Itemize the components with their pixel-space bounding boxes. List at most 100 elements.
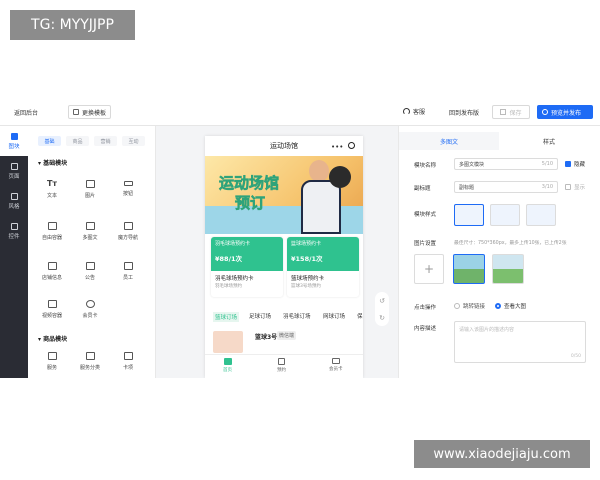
component-multi-image-text[interactable]: 多图文 xyxy=(76,216,104,246)
rail-item-controls[interactable]: 控件 xyxy=(0,216,28,246)
component-label: 服务分类 xyxy=(79,364,100,371)
component-free-container[interactable]: 自由容器 xyxy=(38,216,66,246)
subtitle-field[interactable]: 副标题 3/10 xyxy=(454,181,558,193)
radio-selected-icon xyxy=(495,303,501,309)
editor-window: 返回后台 更换模板 客服 回到发布版 保存 预览并发布 图块 页面 风格 控件 … xyxy=(0,98,600,378)
style-option-double[interactable] xyxy=(490,204,520,226)
tab-tennis[interactable]: 网球订场 xyxy=(323,312,345,320)
nav-label: 预约 xyxy=(277,368,286,373)
component-service-category[interactable]: 服务分类 xyxy=(76,346,104,376)
nav-label: 会员卡 xyxy=(329,367,343,372)
description-placeholder: 请输入该图片的描述内容 xyxy=(459,327,515,333)
tab-goods[interactable]: 商品 xyxy=(66,136,89,146)
rail-item-page[interactable]: 页面 xyxy=(0,156,28,186)
grid-icon xyxy=(123,221,133,230)
list-item-sub: 微信端 xyxy=(277,331,297,340)
component-cube-nav[interactable]: 魔方导航 xyxy=(114,216,142,246)
headset-icon xyxy=(403,108,410,115)
tab-basketball[interactable]: 篮球订场 xyxy=(213,312,240,322)
button-icon xyxy=(123,181,133,186)
banner-image[interactable]: 运动场馆 预订 xyxy=(205,156,363,234)
component-service[interactable]: 服务 xyxy=(38,346,66,376)
calendar-icon xyxy=(278,358,285,365)
style-option-grid[interactable] xyxy=(526,204,556,226)
phone-preview[interactable]: 运动场馆 ••• 运动场馆 预订 羽毛球场预约卡 ¥88/1次 羽毛球场预约卡 … xyxy=(205,136,363,378)
card-sub: 篮球3号场预约 xyxy=(291,284,321,289)
card-price: ¥158/1次 xyxy=(291,255,323,263)
preview-publish-button[interactable]: 预览并发布 xyxy=(537,105,593,119)
card-sub: 羽毛球场预约 xyxy=(215,284,242,289)
back-to-admin-link[interactable]: 返回后台 xyxy=(14,108,38,117)
rail-label: 控件 xyxy=(8,233,20,240)
module-name-field[interactable]: 多图文模块 5/10 xyxy=(454,158,558,170)
player-jersey xyxy=(301,180,341,234)
nav-home[interactable]: 首页 xyxy=(223,358,232,373)
component-shop-info[interactable]: 店铺信息 xyxy=(38,256,66,286)
component-label: 图片 xyxy=(84,192,95,199)
subtitle-show-checkbox[interactable]: 显示 xyxy=(565,183,585,191)
more-icon[interactable]: ••• xyxy=(331,143,343,151)
description-textarea[interactable]: 请输入该图片的描述内容 0/50 xyxy=(454,321,586,363)
tab-basic[interactable]: 基础 xyxy=(38,136,61,146)
palette-icon xyxy=(10,192,18,200)
style-label: 模块样式 xyxy=(414,212,437,218)
component-image[interactable]: 图片 xyxy=(76,174,104,204)
tab-style[interactable]: 样式 xyxy=(499,132,599,150)
product-card-badminton[interactable]: 羽毛球场预约卡 ¥88/1次 羽毛球场预约卡 羽毛球场预约 xyxy=(211,237,283,297)
component-panel: 基础 商品 营销 互动 ▾ 基础模块 Tт 文本 图片 按钮 自由容器 多图文 魔… xyxy=(28,126,156,378)
shop-icon xyxy=(47,261,57,270)
watermark-tag: TG: MYYJJPP xyxy=(10,10,135,40)
click-option-link[interactable]: 跳转链接 xyxy=(454,302,485,310)
change-template-label: 更换模板 xyxy=(82,109,107,117)
product-card-basketball[interactable]: 篮球场预约卡 ¥158/1次 篮球场预约卡 篮球3号场预约 xyxy=(287,237,359,297)
nav-booking[interactable]: 预约 xyxy=(277,358,286,373)
module-name-value: 多图文模块 xyxy=(459,161,485,168)
component-button[interactable]: 按钮 xyxy=(114,174,142,204)
uploaded-image-1[interactable] xyxy=(453,254,485,284)
description-label: 内容描述 xyxy=(414,326,437,332)
component-label: 卡项 xyxy=(122,364,133,371)
service-button[interactable]: 客服 xyxy=(403,107,425,116)
checkbox-icon xyxy=(565,184,571,190)
tab-more[interactable]: 保 xyxy=(357,312,363,320)
component-member-card[interactable]: 会员卡 xyxy=(76,294,104,324)
component-text[interactable]: Tт 文本 xyxy=(38,174,66,204)
tab-interaction[interactable]: 互动 xyxy=(122,136,145,146)
tab-marketing[interactable]: 营销 xyxy=(94,136,117,146)
back-to-publish-link[interactable]: 回到发布版 xyxy=(449,108,479,117)
radio-icon xyxy=(454,303,460,309)
service-label: 客服 xyxy=(413,109,426,116)
target-icon[interactable] xyxy=(348,142,355,149)
rail-item-style[interactable]: 风格 xyxy=(0,186,28,216)
container-icon xyxy=(47,221,57,230)
multi-image-icon xyxy=(85,221,95,230)
left-rail: 图块 页面 风格 控件 xyxy=(0,126,28,378)
rail-item-blocks[interactable]: 图块 xyxy=(0,126,28,156)
redo-icon[interactable]: ↻ xyxy=(379,314,385,322)
card-name: 羽毛球场预约卡 xyxy=(215,276,254,282)
tab-badminton[interactable]: 羽毛球订场 xyxy=(283,312,311,320)
component-staff[interactable]: 员工 xyxy=(114,256,142,286)
style-option-single[interactable] xyxy=(454,204,484,226)
card-nav-icon xyxy=(331,358,340,364)
nav-member-card[interactable]: 会员卡 xyxy=(329,358,343,372)
component-label: 店铺信息 xyxy=(41,274,62,281)
click-option-preview[interactable]: 查看大图 xyxy=(495,302,526,310)
tab-football[interactable]: 足球订场 xyxy=(249,312,271,320)
subtitle-label: 副标题 xyxy=(414,186,431,192)
undo-icon[interactable]: ↺ xyxy=(379,297,385,305)
rail-label: 风格 xyxy=(8,203,20,210)
hide-checkbox[interactable]: 隐藏 xyxy=(565,160,585,168)
save-button[interactable]: 保存 xyxy=(492,105,530,119)
add-image-button[interactable]: + xyxy=(414,254,444,284)
change-template-button[interactable]: 更换模板 xyxy=(68,105,112,119)
tab-multi-image-text[interactable]: 多图文 xyxy=(399,132,499,150)
component-notice[interactable]: 公告 xyxy=(76,256,104,286)
uploaded-image-2[interactable] xyxy=(492,254,524,284)
component-video-container[interactable]: 视频容器 xyxy=(38,294,66,324)
component-label: 按钮 xyxy=(122,191,133,197)
card-name: 篮球场预约卡 xyxy=(291,276,325,282)
component-card-item[interactable]: 卡项 xyxy=(114,346,142,376)
component-label: 自由容器 xyxy=(41,234,62,241)
banner-subheadline: 预订 xyxy=(235,194,266,213)
